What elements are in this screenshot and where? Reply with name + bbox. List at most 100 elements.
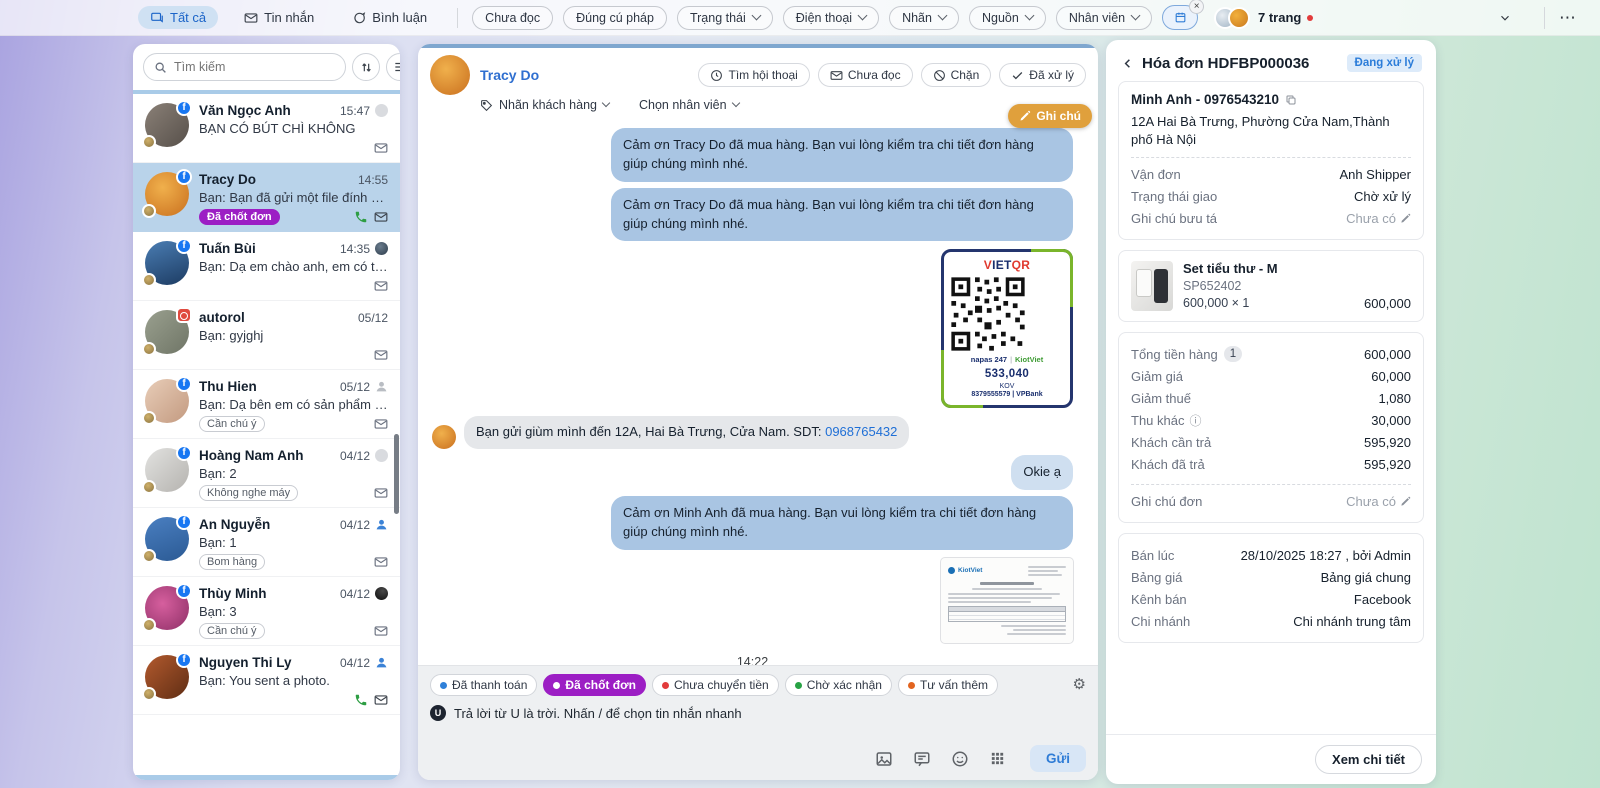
vietqr-payment-card[interactable]: VIETQR: [941, 249, 1073, 408]
quick-tag-consult-more[interactable]: Tư vấn thêm: [898, 674, 998, 696]
phone-icon[interactable]: [354, 693, 368, 707]
sort-button[interactable]: [352, 53, 380, 81]
status-dot: [662, 682, 669, 689]
copy-icon[interactable]: [1285, 94, 1297, 106]
calendar-icon: [1174, 11, 1187, 24]
chat-contact-name[interactable]: Tracy Do: [480, 67, 539, 83]
filter-phone[interactable]: Điện thoại: [783, 6, 879, 30]
mark-done-button[interactable]: Đã xử lý: [999, 63, 1086, 87]
mail-icon[interactable]: [374, 279, 388, 293]
message-out: Cảm ơn Tracy Do đã mua hàng. Bạn vui lòn…: [611, 128, 1073, 182]
quick-tag-paid[interactable]: Đã thanh toán: [430, 674, 537, 696]
filter-label[interactable]: Nhãn: [889, 6, 959, 30]
notification-dot: [1307, 15, 1313, 21]
read-status-icon: [375, 104, 388, 117]
tab-comments[interactable]: Bình luận: [340, 6, 439, 29]
avatar: [145, 655, 189, 699]
phone-number-link[interactable]: 0968765432: [825, 424, 897, 439]
conversation-item[interactable]: Nguyen Thi Ly04/12 Bạn: You sent a photo…: [133, 646, 400, 715]
conversation-item[interactable]: Hoàng Nam Anh04/12 Bạn: 2 Không nghe máy: [133, 439, 400, 508]
conversation-item[interactable]: Thu Hien05/12 Bạn: Dạ bên em có sản phẩm…: [133, 370, 400, 439]
receipt-image-attachment[interactable]: KiotViet: [941, 558, 1073, 643]
image-icon[interactable]: [875, 750, 893, 768]
invoice-panel: Hóa đơn HDFBP000036 Đang xử lý Minh Anh …: [1106, 40, 1436, 784]
conversation-item[interactable]: Tracy Do14:55 Bạn: Bạn đã gửi một file đ…: [133, 163, 400, 232]
block-button[interactable]: Chặn: [921, 63, 992, 87]
mail-icon[interactable]: [374, 348, 388, 362]
staff-select-dropdown[interactable]: Chọn nhân viên: [639, 98, 739, 112]
quick-tag-no-transfer[interactable]: Chưa chuyển tiền: [652, 674, 779, 696]
page-mini-avatar: [142, 618, 156, 632]
mail-icon[interactable]: [374, 693, 388, 707]
mail-icon[interactable]: [374, 141, 388, 155]
page-mini-avatar: [142, 204, 156, 218]
find-conversation-button[interactable]: Tìm hội thoại: [698, 63, 809, 87]
emoji-icon[interactable]: [951, 750, 969, 768]
top-bar: Tất cả Tin nhắn Bình luận Chưa đọc Đúng …: [0, 0, 1600, 36]
chevron-down-icon: [1498, 11, 1512, 25]
info-icon[interactable]: [1184, 412, 1201, 429]
page-mini-avatar: [142, 342, 156, 356]
date-filter-button[interactable]: [1162, 5, 1198, 30]
facebook-badge-icon: [176, 169, 192, 185]
chevron-down-icon: [1131, 11, 1141, 21]
divider: [457, 8, 458, 28]
send-button[interactable]: Gửi: [1030, 745, 1086, 772]
avatar: [145, 172, 189, 216]
note-button[interactable]: Ghi chú: [1008, 104, 1092, 128]
page-mini-avatar: [142, 135, 156, 149]
product-sku: SP652402: [1183, 279, 1354, 293]
filter-list-button[interactable]: [386, 53, 400, 81]
apps-grid-icon[interactable]: [989, 750, 1006, 767]
pencil-icon[interactable]: [1400, 496, 1411, 507]
totals-card: Tổng tiền hàng1600,000 Giảm giá60,000 Gi…: [1118, 332, 1424, 523]
conversation-item[interactable]: Thùy Minh04/12 Bạn: 3 Cần chú ý: [133, 577, 400, 646]
message-out: Okie ạ: [1011, 455, 1073, 490]
gear-icon[interactable]: [1073, 675, 1086, 694]
conversation-item[interactable]: Văn Ngọc Anh15:47 BẠN CÓ BÚT CHÌ KHÔNG: [133, 94, 400, 163]
quick-tag-awaiting-confirm[interactable]: Chờ xác nhận: [785, 674, 892, 696]
reply-hint-row[interactable]: Trả lời từ U là trời. Nhấn / để chọn tin…: [430, 705, 1086, 721]
filter-syntax[interactable]: Đúng cú pháp: [563, 6, 667, 30]
chat-header: Tracy Do Tìm hội thoại Chưa đọc Chặn Đã …: [418, 48, 1098, 116]
mail-icon[interactable]: [374, 417, 388, 431]
message-out: Cảm ơn Tracy Do đã mua hàng. Bạn vui lòn…: [611, 188, 1073, 242]
tag-icon: [480, 99, 493, 112]
avatar: [1228, 7, 1250, 29]
conversation-item[interactable]: Tuấn Bùi14:35 Bạn: Dạ em chào anh, em có…: [133, 232, 400, 301]
instagram-badge-icon: [176, 307, 192, 323]
view-detail-button[interactable]: Xem chi tiết: [1315, 745, 1422, 774]
conversation-list-panel: Văn Ngọc Anh15:47 BẠN CÓ BÚT CHÌ KHÔNG T…: [133, 44, 400, 780]
filter-status[interactable]: Trạng thái: [677, 6, 773, 30]
quick-tags-row: Đã thanh toán Đã chốt đơn Chưa chuyển ti…: [430, 674, 1086, 696]
back-chevron-icon[interactable]: [1120, 56, 1135, 71]
mail-icon[interactable]: [374, 624, 388, 638]
mark-unread-button[interactable]: Chưa đọc: [818, 63, 913, 87]
page-mini-avatar: [142, 549, 156, 563]
filter-unread[interactable]: Chưa đọc: [472, 6, 553, 30]
conversation-item[interactable]: An Nguyễn04/12 Bạn: 1 Bom hàng: [133, 508, 400, 577]
scrollbar-thumb[interactable]: [394, 434, 399, 514]
mail-icon[interactable]: [374, 486, 388, 500]
phone-icon[interactable]: [354, 210, 368, 224]
comment-template-icon[interactable]: [913, 750, 931, 768]
chevron-down-icon: [938, 11, 948, 21]
pages-count-label: 7 trang: [1258, 10, 1301, 25]
tab-messages[interactable]: Tin nhắn: [232, 6, 326, 29]
conversation-item[interactable]: autorol05/12 Bạn: gyjghj: [133, 301, 400, 370]
filter-source[interactable]: Nguồn: [969, 6, 1046, 30]
chevron-down-icon: [602, 99, 610, 107]
tab-all[interactable]: Tất cả: [138, 6, 218, 29]
pages-selector[interactable]: 7 trang: [1202, 7, 1530, 29]
mail-icon[interactable]: [374, 210, 388, 224]
product-price-qty: 600,000 × 1: [1183, 296, 1354, 310]
product-card: Set tiểu thư - M SP652402 600,000 × 1 60…: [1118, 250, 1424, 322]
quick-tag-order-closed[interactable]: Đã chốt đơn: [543, 674, 646, 696]
search-input[interactable]: [174, 60, 335, 74]
avatar: [145, 103, 189, 147]
mail-icon[interactable]: [374, 555, 388, 569]
filter-staff[interactable]: Nhân viên: [1056, 6, 1152, 30]
more-menu-icon[interactable]: [1559, 8, 1576, 28]
pencil-icon[interactable]: [1400, 213, 1411, 224]
customer-label-dropdown[interactable]: Nhãn khách hàng: [480, 98, 609, 112]
